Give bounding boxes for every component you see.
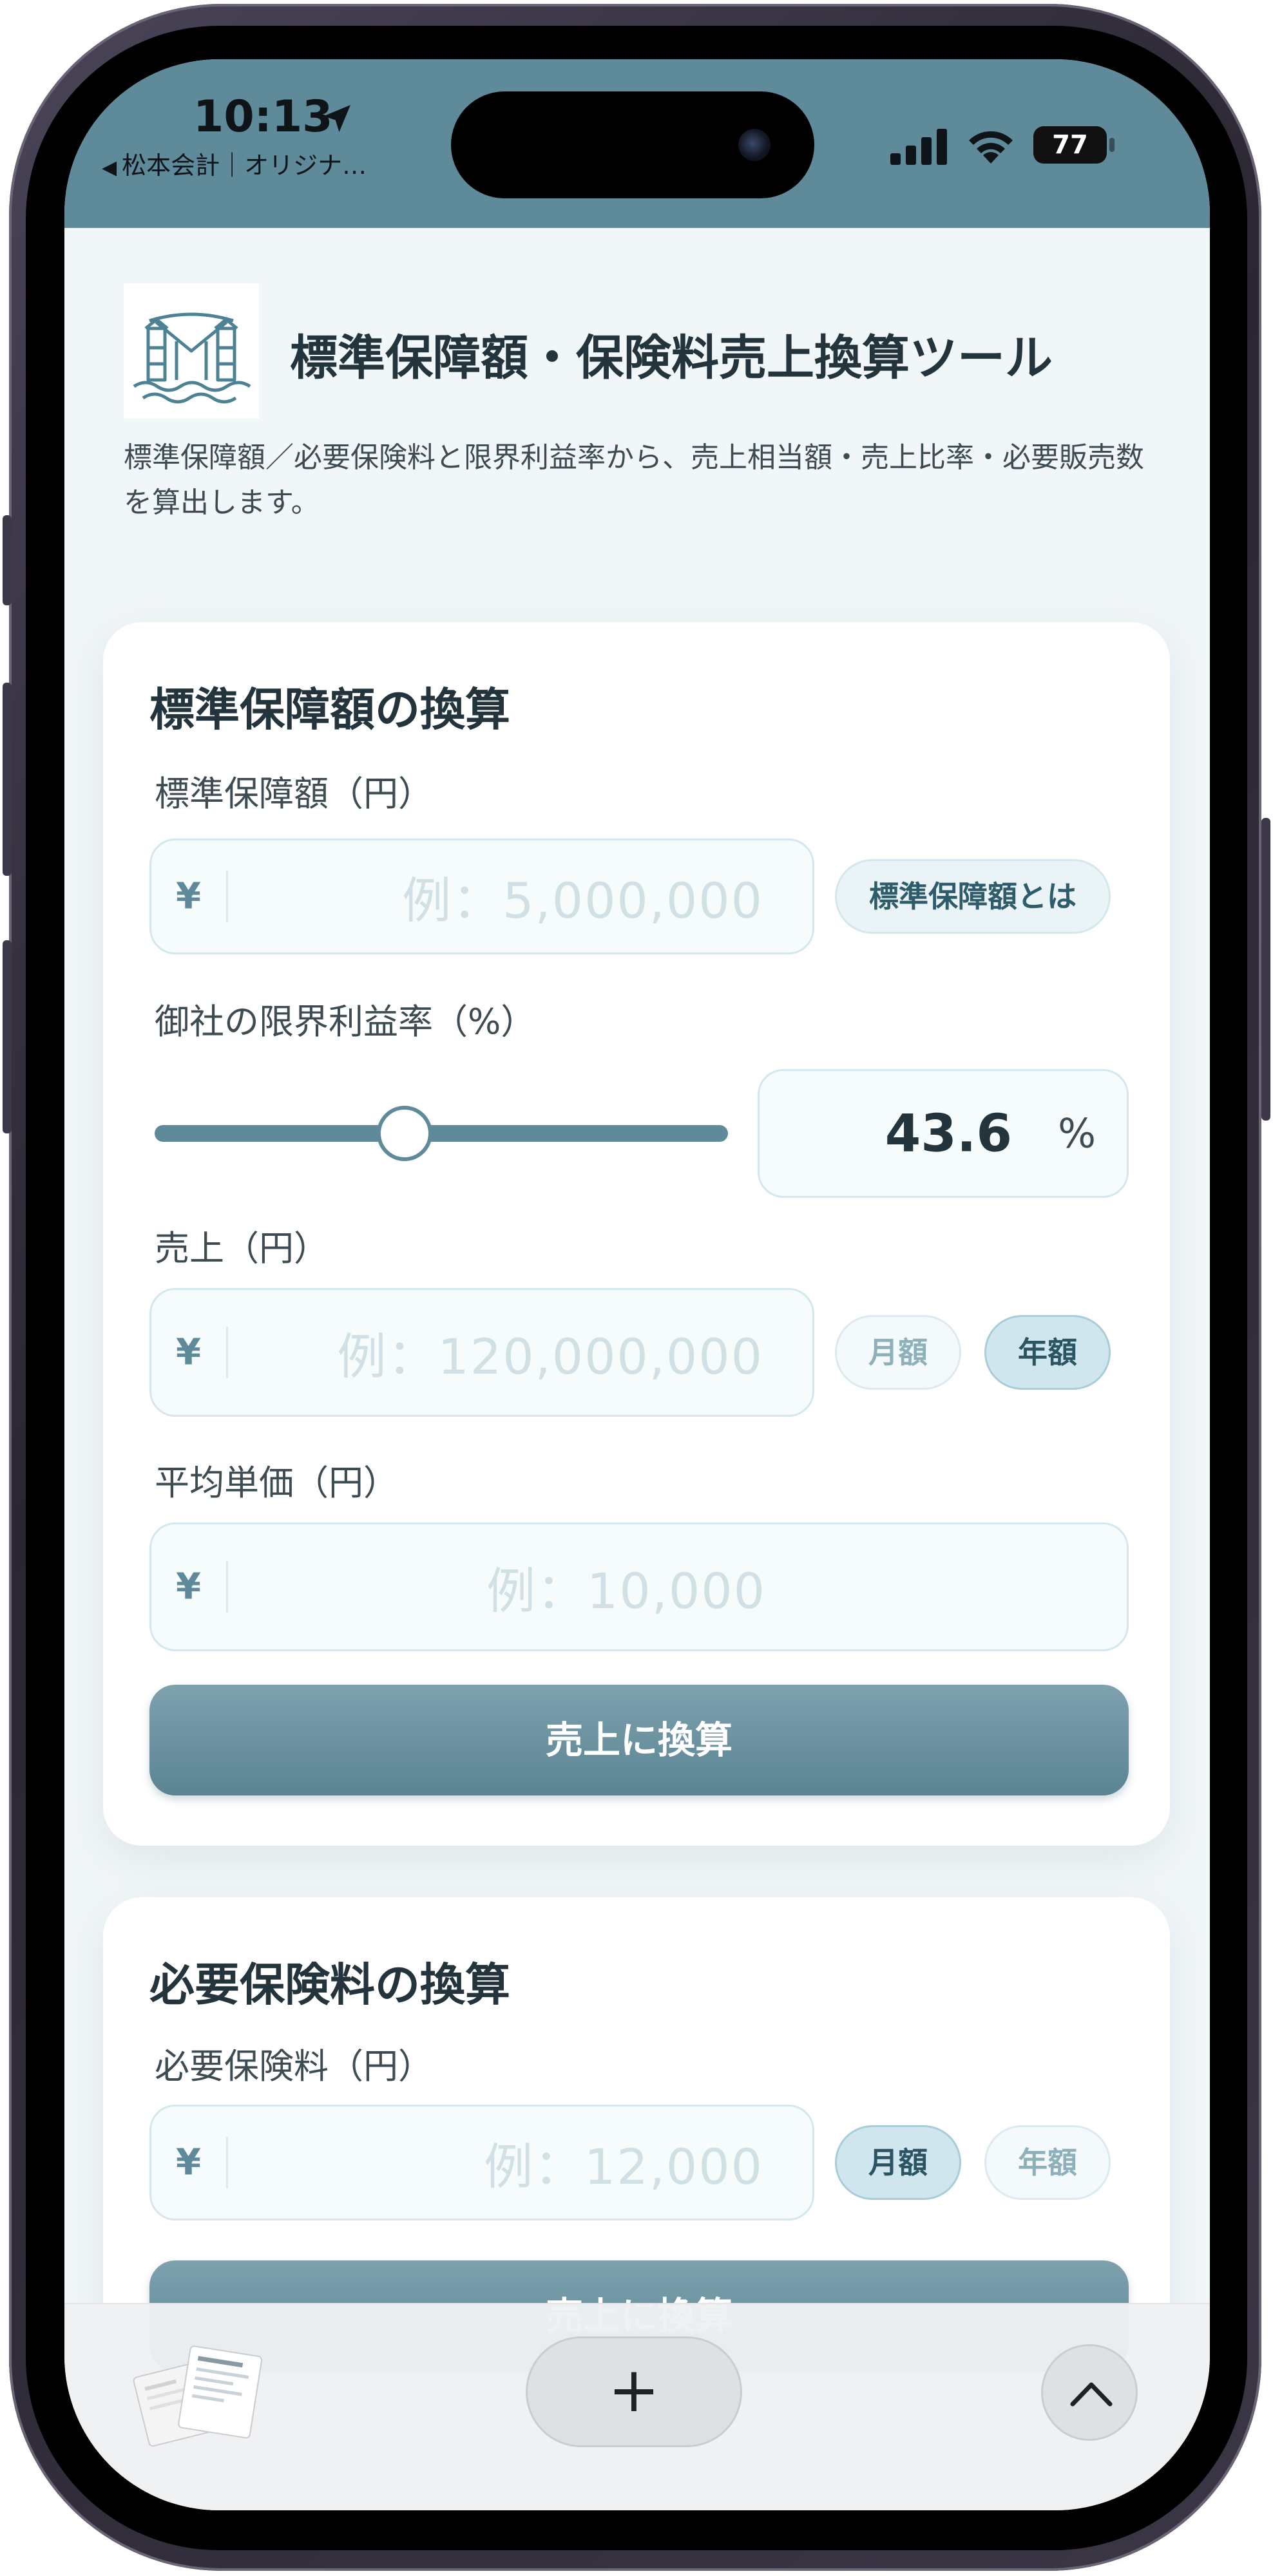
premium-monthly-toggle[interactable]: 月額 [835,2125,961,2200]
battery-cap [1109,138,1115,152]
average-price-placeholder: 例：10,000 [486,1562,766,1620]
status-bar: 10:13 ◀ 松本会計｜オリジナ… 77 [64,59,1210,228]
plus-icon: + [608,2354,660,2426]
chevron-up-icon [1070,2382,1113,2407]
scroll-up-button[interactable] [1041,2344,1138,2441]
location-arrow-icon [323,105,350,132]
margin-rate-slider[interactable] [155,1125,728,1142]
yen-prefix: ¥ [176,875,201,918]
back-to-app-link[interactable]: ◀ 松本会計｜オリジナ… [102,146,367,181]
back-app-label: 松本会計｜オリジナ… [122,151,367,180]
page-title: 標準保障額・保険料売上換算ツール [290,330,1053,386]
phone-screen: 10:13 ◀ 松本会計｜オリジナ… 77 標準保障額・保険料売上換算ツール 標… [64,59,1210,2510]
coverage-amount-placeholder: 例：5,000,000 [402,872,763,929]
wifi-icon [969,131,1013,164]
volume-up-button[interactable] [3,683,12,876]
convert-to-sales-button[interactable]: 売上に換算 [149,1685,1129,1795]
prefix-divider [226,1327,228,1378]
sales-monthly-toggle[interactable]: 月額 [835,1315,961,1390]
card-title: 必要保険料の換算 [149,1958,510,2011]
prefix-divider [226,2137,228,2188]
volume-down-button[interactable] [3,940,12,1133]
yen-prefix: ¥ [176,1566,201,1608]
action-button[interactable] [3,515,12,605]
new-tab-button[interactable]: + [526,2336,742,2447]
company-logo [124,283,259,419]
yen-prefix: ¥ [176,1331,201,1374]
margin-rate-slider-thumb[interactable] [377,1106,433,1161]
sales-placeholder: 例：120,000,000 [337,1328,763,1385]
required-premium-label: 必要保険料（円） [155,2046,433,2087]
coverage-info-button[interactable]: 標準保障額とは [835,859,1111,934]
battery-level: 77 [1033,126,1107,164]
page-description: 標準保障額／必要保険料と限界利益率から、売上相当額・売上比率・必要販売数を算出し… [124,441,1144,519]
premium-yearly-toggle[interactable]: 年額 [984,2125,1111,2200]
browser-toolbar: + [64,2303,1210,2510]
coverage-amount-input[interactable]: ¥ 例：5,000,000 [149,838,814,954]
coverage-amount-label: 標準保障額（円） [155,773,433,814]
sales-input[interactable]: ¥ 例：120,000,000 [149,1288,814,1417]
prefix-divider [226,871,228,922]
coverage-conversion-card: 標準保障額の換算 標準保障額（円） ¥ 例：5,000,000 標準保障額とは … [103,622,1170,1846]
required-premium-placeholder: 例：12,000 [484,2138,763,2195]
card-title: 標準保障額の換算 [149,683,510,736]
required-premium-input[interactable]: ¥ 例：12,000 [149,2105,814,2221]
cellular-signal-icon [890,129,947,165]
margin-rate-input[interactable]: 43.6 % [758,1069,1129,1198]
sales-label: 売上（円） [155,1228,329,1269]
margin-rate-value: 43.6 [885,1103,1012,1164]
average-price-label: 平均単価（円） [155,1463,398,1503]
prefix-divider [226,1561,228,1613]
front-camera-icon [738,129,770,161]
yen-prefix: ¥ [176,2141,201,2184]
margin-rate-unit: % [1058,1110,1096,1157]
sales-yearly-toggle[interactable]: 年額 [984,1315,1111,1390]
status-time: 10:13 [193,91,333,142]
tabs-overview-icon[interactable] [129,2339,264,2448]
dynamic-island [451,91,814,198]
power-button[interactable] [1261,818,1270,1121]
back-triangle-icon: ◀ [102,156,117,179]
margin-rate-label: 御社の限界利益率（%） [155,1001,536,1042]
average-price-input[interactable]: ¥ 例：10,000 [149,1522,1129,1651]
